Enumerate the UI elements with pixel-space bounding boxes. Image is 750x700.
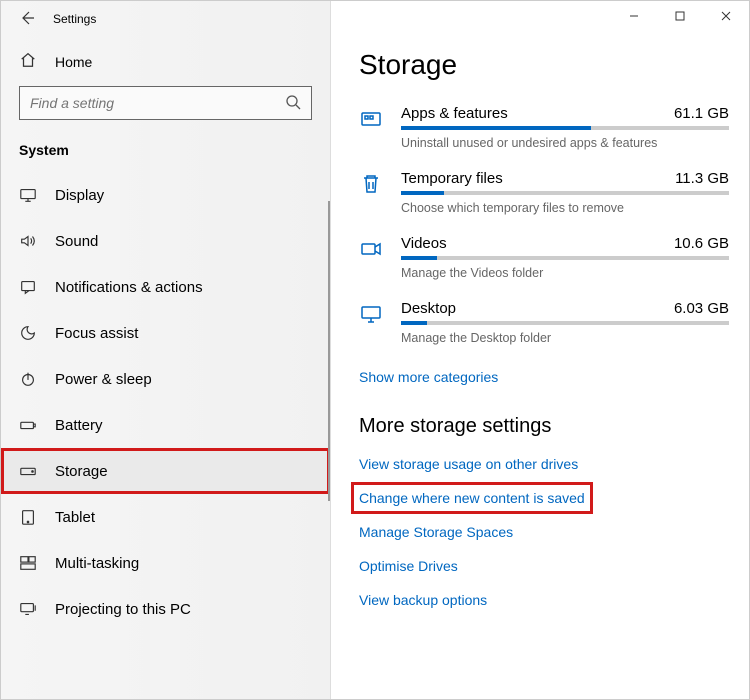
sidebar-item-notifications[interactable]: Notifications & actions [1,264,330,310]
category-name: Desktop [401,300,456,317]
sidebar-item-label: Projecting to this PC [55,601,191,618]
sidebar-item-projecting[interactable]: Projecting to this PC [1,586,330,632]
sidebar-item-multitasking[interactable]: Multi-tasking [1,540,330,586]
link-manage-storage-spaces[interactable]: Manage Storage Spaces [359,524,513,540]
sidebar-item-label: Power & sleep [55,371,152,388]
progress-bar [401,126,729,130]
sidebar-item-storage[interactable]: Storage [1,448,330,494]
category-name: Videos [401,235,447,252]
progress-bar [401,321,729,325]
window-controls [611,1,749,31]
show-more-categories-link[interactable]: Show more categories [359,369,498,385]
category-desc: Manage the Videos folder [401,266,729,280]
category-size: 61.1 GB [674,105,729,122]
maximize-button[interactable] [657,1,703,31]
sidebar-item-power-sleep[interactable]: Power & sleep [1,356,330,402]
category-desc: Manage the Desktop folder [401,331,729,345]
category-name: Apps & features [401,105,508,122]
storage-categories: Apps & features 61.1 GB Uninstall unused… [359,105,729,345]
minimize-button[interactable] [611,1,657,31]
nav-list: Display Sound Notifications & actions Fo… [1,172,330,632]
category-desc: Uninstall unused or undesired apps & fea… [401,136,729,150]
sidebar-item-sound[interactable]: Sound [1,218,330,264]
category-desktop[interactable]: Desktop 6.03 GB Manage the Desktop folde… [359,300,729,345]
search-input[interactable] [30,95,285,111]
page-title: Storage [359,49,729,81]
more-storage-links: View storage usage on other drives Chang… [359,456,729,608]
home-icon [19,51,37,72]
apps-icon [359,107,383,131]
search-icon [285,94,301,113]
home-label: Home [55,54,92,70]
link-change-where-saved[interactable]: Change where new content is saved [359,490,585,506]
link-view-backup-options[interactable]: View backup options [359,592,487,608]
desktop-icon [359,302,383,326]
sidebar-item-label: Tablet [55,509,95,526]
sidebar-item-label: Storage [55,463,108,480]
section-label-system: System [1,136,330,172]
category-temporary-files[interactable]: Temporary files 11.3 GB Choose which tem… [359,170,729,215]
more-storage-heading: More storage settings [359,415,729,438]
sidebar-item-label: Multi-tasking [55,555,139,572]
sidebar-item-label: Display [55,187,104,204]
link-optimise-drives[interactable]: Optimise Drives [359,558,458,574]
sidebar-item-focus-assist[interactable]: Focus assist [1,310,330,356]
sidebar-item-display[interactable]: Display [1,172,330,218]
sidebar-item-tablet[interactable]: Tablet [1,494,330,540]
sidebar-item-label: Notifications & actions [55,279,203,296]
app-title: Settings [53,12,96,26]
sidebar-item-label: Sound [55,233,98,250]
category-videos[interactable]: Videos 10.6 GB Manage the Videos folder [359,235,729,280]
category-desc: Choose which temporary files to remove [401,201,729,215]
trash-icon [359,172,383,196]
sidebar-item-battery[interactable]: Battery [1,402,330,448]
category-apps-features[interactable]: Apps & features 61.1 GB Uninstall unused… [359,105,729,150]
category-size: 6.03 GB [674,300,729,317]
progress-bar [401,191,729,195]
close-button[interactable] [703,1,749,31]
category-name: Temporary files [401,170,503,187]
link-view-usage-other-drives[interactable]: View storage usage on other drives [359,456,578,472]
search-box[interactable] [19,86,312,120]
scrollbar[interactable] [328,201,330,501]
main-panel: Storage Apps & features 61.1 GB Uninstal… [331,1,749,699]
sidebar-item-label: Focus assist [55,325,138,342]
category-size: 10.6 GB [674,235,729,252]
sidebar: Settings Home System Display [1,1,331,699]
sidebar-item-label: Battery [55,417,103,434]
progress-bar [401,256,729,260]
back-icon[interactable] [19,10,35,29]
category-size: 11.3 GB [675,170,729,187]
video-icon [359,237,383,261]
titlebar: Settings [1,1,330,37]
home-nav[interactable]: Home [1,37,330,86]
